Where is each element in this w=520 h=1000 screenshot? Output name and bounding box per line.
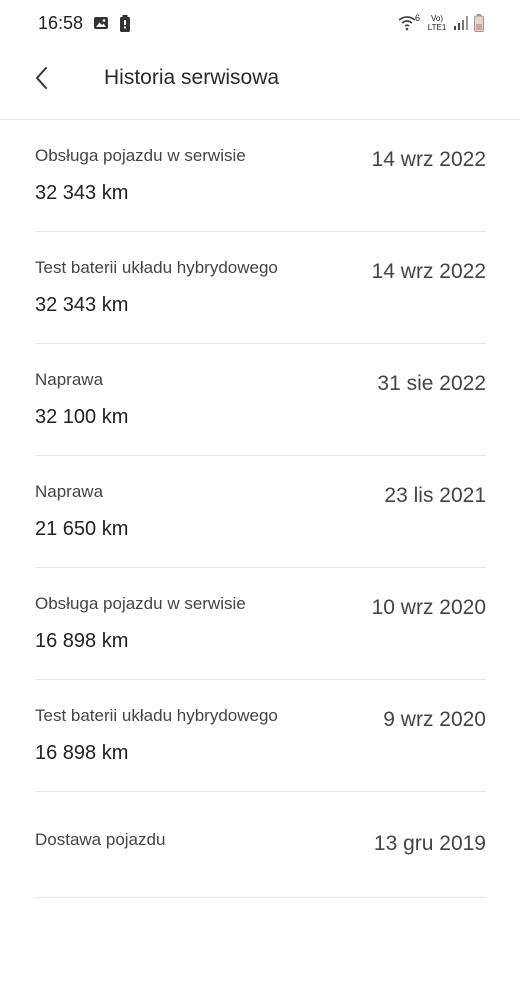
network-label: Vo) LTE1 <box>427 14 447 32</box>
service-mileage: 32 343 km <box>35 294 129 316</box>
chevron-left-icon <box>36 67 47 89</box>
signal-icon <box>454 16 468 30</box>
history-item[interactable]: Test baterii układu hybrydowego 16 898 k… <box>35 680 486 792</box>
battery-saver-icon <box>119 14 131 32</box>
service-mileage: 32 100 km <box>35 406 129 428</box>
history-item[interactable]: Obsługa pojazdu w serwisie 16 898 km 10 … <box>35 568 486 680</box>
service-type: Naprawa <box>35 370 104 389</box>
service-date: 31 sie 2022 <box>377 372 486 395</box>
service-mileage: 16 898 km <box>35 630 129 652</box>
service-type: Test baterii układu hybrydowego <box>35 706 278 725</box>
service-history-list: Obsługa pojazdu w serwisie 32 343 km 14 … <box>35 120 486 898</box>
service-type: Dostawa pojazdu <box>35 830 166 849</box>
app-bar: Historia serwisowa <box>0 46 520 120</box>
status-bar: 16:58 6 Vo) LTE1 <box>0 0 520 46</box>
history-item[interactable]: Naprawa 32 100 km 31 sie 2022 <box>35 344 486 456</box>
status-left: 16:58 <box>38 13 131 34</box>
service-mileage: 21 650 km <box>35 518 129 540</box>
service-type: Test baterii układu hybrydowego <box>35 258 278 277</box>
service-type: Obsługa pojazdu w serwisie <box>35 146 246 165</box>
status-right: 6 Vo) LTE1 <box>397 13 484 32</box>
service-mileage: 32 343 km <box>35 182 129 204</box>
gallery-notification-icon <box>93 15 109 31</box>
service-date: 14 wrz 2022 <box>371 148 486 171</box>
history-item[interactable]: Naprawa 21 650 km 23 lis 2021 <box>35 456 486 568</box>
service-type: Obsługa pojazdu w serwisie <box>35 594 246 613</box>
service-date: 9 wrz 2020 <box>383 708 486 731</box>
back-button[interactable] <box>26 62 58 94</box>
history-item[interactable]: Obsługa pojazdu w serwisie 32 343 km 14 … <box>35 120 486 232</box>
service-date: 14 wrz 2022 <box>371 260 486 283</box>
wifi-badge: 6 <box>414 13 420 23</box>
service-date: 10 wrz 2020 <box>371 596 486 619</box>
battery-icon <box>474 14 484 32</box>
history-item[interactable]: Test baterii układu hybrydowego 32 343 k… <box>35 232 486 344</box>
history-item[interactable]: Dostawa pojazdu 13 gru 2019 <box>35 792 486 898</box>
service-type: Naprawa <box>35 482 104 501</box>
service-mileage: 16 898 km <box>35 742 129 764</box>
status-time: 16:58 <box>38 12 84 33</box>
service-date: 23 lis 2021 <box>384 484 486 507</box>
page-title: Historia serwisowa <box>104 66 280 89</box>
service-date: 13 gru 2019 <box>373 832 486 855</box>
